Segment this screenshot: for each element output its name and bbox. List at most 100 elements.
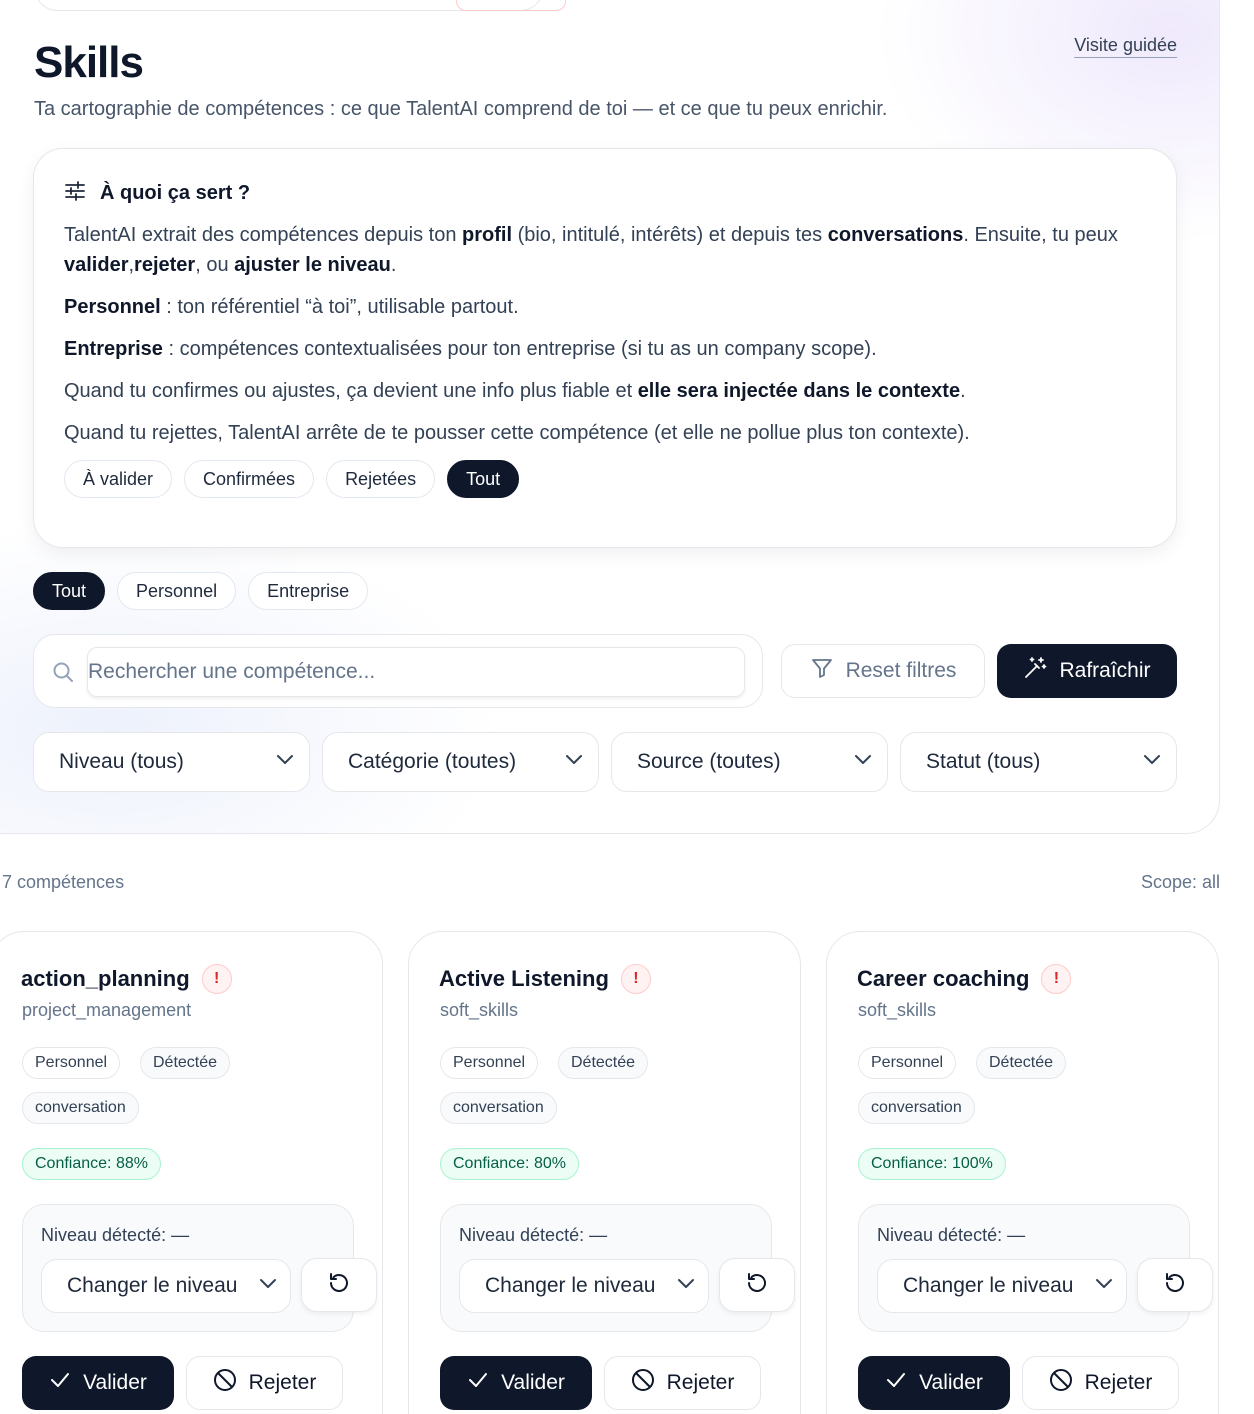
chevron-down-icon [275,749,295,775]
reset-level-button[interactable] [719,1258,795,1312]
status-filter-to-validate[interactable]: À valider [64,460,173,498]
confidence-badge: Confiance: 88% [22,1148,161,1180]
status-filter-confirmed[interactable]: Confirmées [184,460,315,498]
magic-wand-icon [1023,656,1047,686]
chevron-down-icon [564,749,584,775]
sliders-icon [64,181,86,206]
validate-button[interactable]: Valider [440,1356,592,1410]
scope-filter-all[interactable]: Tout [33,572,106,610]
skill-card: Career coaching ! soft_skills Personnel … [826,931,1219,1414]
reject-button[interactable]: Rejeter [604,1356,761,1410]
tag-source: conversation [22,1092,139,1124]
chevron-down-icon [853,749,873,775]
status-filter-select[interactable]: Statut (tous) [900,732,1177,792]
skill-category: soft_skills [440,1000,519,1020]
warning-icon: ! [201,964,232,994]
skill-search-input[interactable] [87,647,745,697]
reset-filters-label: Reset filtres [845,659,957,682]
skill-name: action_planning [21,966,190,991]
reset-level-button[interactable] [301,1258,377,1312]
reject-label: Rejeter [1084,1371,1153,1394]
tag-source: conversation [858,1092,975,1124]
tag-source: conversation [440,1092,557,1124]
change-level-value: Changer le niveau [485,1274,656,1297]
status-filter-rejected[interactable]: Rejetées [326,460,436,498]
refresh-button[interactable]: Rafraîchir [997,644,1177,698]
tag-scope: Personnel [22,1047,121,1079]
status-filter-value: Statut (tous) [926,750,1041,773]
change-level-select[interactable]: Changer le niveau [459,1259,709,1313]
reject-label: Rejeter [666,1371,735,1394]
chevron-down-icon [258,1273,278,1299]
scope-label: Scope: all [1140,872,1220,892]
reject-label: Rejeter [248,1371,317,1394]
validate-button[interactable]: Valider [858,1356,1010,1410]
check-icon [49,1369,71,1397]
page-title: Skills [34,38,144,87]
change-level-select[interactable]: Changer le niveau [877,1259,1127,1313]
skill-card: action_planning ! project_management Per… [0,931,383,1414]
category-filter-select[interactable]: Catégorie (toutes) [322,732,599,792]
validate-button[interactable]: Valider [22,1356,174,1410]
info-heading: À quoi ça sert ? [100,182,251,204]
skill-name: Active Listening [439,966,609,991]
validate-label: Valider [919,1371,983,1394]
change-level-select[interactable]: Changer le niveau [41,1259,291,1313]
rotate-ccw-icon [745,1271,769,1300]
info-paragraph-reject: Quand tu rejettes, TalentAI arrête de te… [64,422,970,444]
scope-filter-company[interactable]: Entreprise [248,572,369,610]
change-level-value: Changer le niveau [67,1274,238,1297]
tag-status: Détectée [558,1047,649,1079]
level-filter-value: Niveau (tous) [59,750,184,773]
info-paragraph-company: Entreprise : compétences contextualisées… [64,338,877,360]
skill-card: Active Listening ! soft_skills Personnel… [408,931,801,1414]
skill-category: soft_skills [858,1000,937,1020]
info-paragraph-confirm: Quand tu confirmes ou ajustes, ça devien… [64,380,966,402]
source-filter-value: Source (toutes) [637,750,781,773]
level-detected-label: Niveau détecté: — [877,1225,1026,1245]
confidence-badge: Confiance: 80% [440,1148,579,1180]
previous-panel-pill [456,0,566,11]
tag-status: Détectée [140,1047,231,1079]
reset-level-button[interactable] [1137,1258,1213,1312]
reject-button[interactable]: Rejeter [1022,1356,1179,1410]
rotate-ccw-icon [327,1271,351,1300]
search-icon [52,661,74,688]
info-heading-row: À quoi ça sert ? [64,181,1146,206]
ban-icon [631,1368,655,1398]
reject-button[interactable]: Rejeter [186,1356,343,1410]
guided-tour-link[interactable]: Visite guidée [1074,35,1177,56]
chevron-down-icon [1142,749,1162,775]
scope-filter-tabs: Tout Personnel Entreprise [33,572,369,610]
warning-icon: ! [1041,964,1072,994]
status-filter-tabs: À valider Confirmées Rejetées Tout [64,460,1146,498]
check-icon [467,1369,489,1397]
reset-filters-button[interactable]: Reset filtres [781,644,985,698]
source-filter-select[interactable]: Source (toutes) [611,732,888,792]
level-detected-label: Niveau détecté: — [459,1225,608,1245]
ban-icon [213,1368,237,1398]
skill-title-row: Active Listening ! [439,964,651,994]
tag-status: Détectée [976,1047,1067,1079]
tag-scope: Personnel [858,1047,957,1079]
info-card: À quoi ça sert ? TalentAI extrait des co… [33,148,1177,548]
page-subtitle: Ta cartographie de compétences : ce que … [34,98,888,120]
info-paragraph-extraction: TalentAI extrait des compétences depuis … [64,224,1118,276]
level-detected-label: Niveau détecté: — [41,1225,190,1245]
level-filter-select[interactable]: Niveau (tous) [33,732,310,792]
tag-scope: Personnel [440,1047,539,1079]
skill-name: Career coaching [857,966,1030,991]
skill-title-row: action_planning ! [21,964,232,994]
validate-label: Valider [501,1371,565,1394]
scope-filter-personal[interactable]: Personnel [117,572,237,610]
confidence-badge: Confiance: 100% [858,1148,1006,1180]
chevron-down-icon [676,1273,696,1299]
filter-icon [810,656,834,686]
skills-count: 7 compétences [2,872,125,892]
check-icon [885,1369,907,1397]
change-level-value: Changer le niveau [903,1274,1074,1297]
warning-icon: ! [620,964,651,994]
category-filter-value: Catégorie (toutes) [348,750,517,773]
status-filter-all[interactable]: Tout [447,460,520,498]
skills-page: Skills Visite guidée Ta cartographie de … [0,0,1254,1414]
